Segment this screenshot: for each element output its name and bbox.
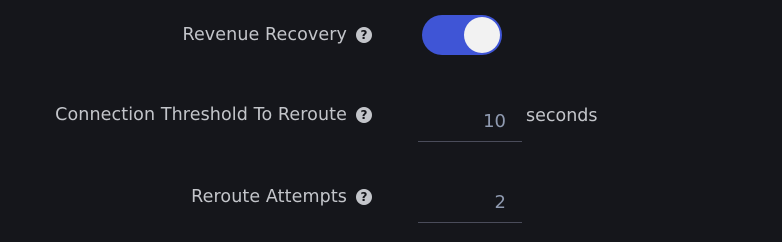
reroute-attempts-input[interactable] xyxy=(418,183,522,222)
reroute-attempts-label: Reroute Attempts xyxy=(191,187,347,207)
settings-panel: Revenue Recovery ? Connection Threshold … xyxy=(0,0,782,242)
connection-threshold-label: Connection Threshold To Reroute xyxy=(55,105,347,125)
connection-threshold-input[interactable] xyxy=(418,102,522,141)
revenue-recovery-toggle[interactable] xyxy=(422,15,502,55)
toggle-knob xyxy=(464,17,500,53)
help-icon[interactable]: ? xyxy=(356,107,372,123)
revenue-recovery-label-group: Revenue Recovery ? xyxy=(182,23,372,47)
connection-threshold-field xyxy=(418,102,522,142)
reroute-attempts-label-group: Reroute Attempts ? xyxy=(191,185,372,209)
help-icon[interactable]: ? xyxy=(356,27,372,43)
revenue-recovery-label: Revenue Recovery xyxy=(182,25,347,45)
reroute-attempts-field xyxy=(418,183,522,223)
seconds-unit-label: seconds xyxy=(526,106,598,126)
help-icon[interactable]: ? xyxy=(356,189,372,205)
connection-threshold-label-group: Connection Threshold To Reroute ? xyxy=(55,103,372,127)
